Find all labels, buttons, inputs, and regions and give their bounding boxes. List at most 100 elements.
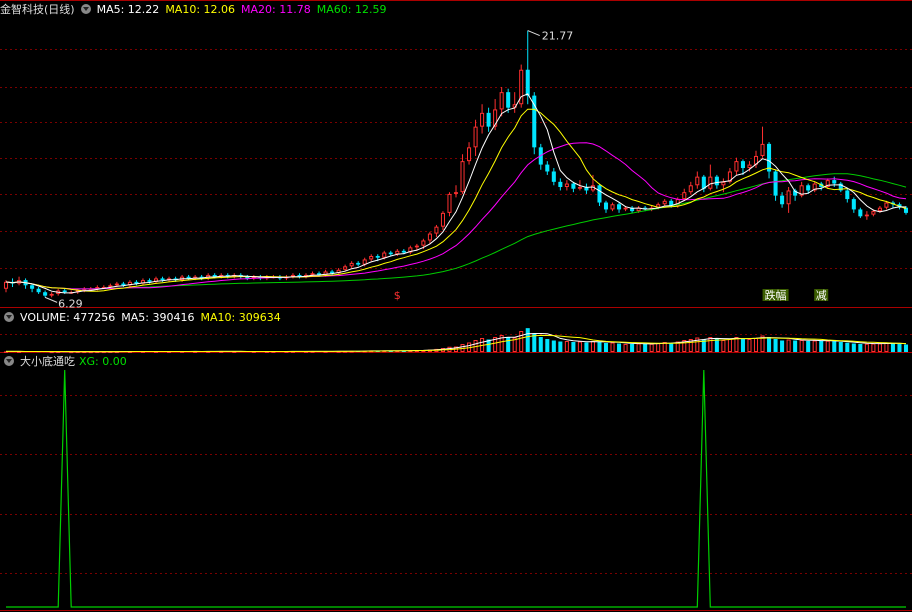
ma-labels: MA5: 12.22 MA10: 12.06 MA20: 11.78 MA60: 12… [97, 3, 393, 16]
candle-body [310, 273, 315, 275]
volume-bar [727, 338, 732, 352]
candle-body [290, 274, 295, 277]
ma-label-1: MA10: 12.06 [165, 3, 236, 16]
volume-bar [551, 340, 556, 352]
indicator-panel-menu-icon[interactable] [4, 356, 14, 366]
volume-bar [864, 343, 869, 352]
volume-bar [897, 344, 902, 352]
ma-label-3: MA60: 12.59 [316, 3, 387, 16]
candle-body [786, 190, 791, 205]
volume-bar [101, 351, 106, 354]
volume-bar [69, 351, 74, 354]
candle-body [871, 211, 876, 215]
volume-bar [271, 351, 276, 353]
volume-bar [721, 340, 726, 352]
candle-body [62, 290, 67, 293]
volume-bar [564, 341, 569, 352]
candle-body [382, 252, 387, 258]
candle-body [714, 176, 719, 186]
candle-body [375, 255, 380, 258]
volume-bar [610, 342, 615, 352]
volume-bar [153, 351, 159, 353]
candle-body [864, 214, 869, 217]
volume-bar [545, 339, 550, 352]
stock-title: 金智科技(日线) [0, 3, 75, 16]
volume-bar [251, 351, 256, 353]
volume-bar [88, 351, 93, 354]
volume-bar [773, 339, 778, 352]
volume-bar [858, 344, 863, 352]
volume-bar [825, 340, 830, 352]
candle-body [610, 204, 615, 210]
indicator-panel-header: 大小底通吃 XG: 0.00 [0, 354, 139, 370]
candle-body [877, 207, 882, 212]
candle-body [682, 192, 687, 200]
volume-bar [799, 340, 804, 352]
candle-body [688, 185, 693, 193]
volume-bar [577, 341, 582, 352]
candle-body [434, 226, 439, 234]
volume-bar [890, 343, 895, 352]
high-price-label: 21.77 [542, 30, 574, 43]
candle-body [414, 245, 419, 248]
candle-body [845, 190, 850, 200]
candle-body [695, 176, 700, 186]
volume-bar [780, 340, 785, 352]
volume-bar [871, 343, 876, 352]
volume-bar [49, 351, 54, 354]
candle-body [388, 252, 393, 255]
candle-body [760, 143, 765, 156]
volume-bar [714, 339, 719, 352]
volume-panel-header: VOLUME: 477256 MA5: 390416 MA10: 309634 [0, 310, 293, 326]
chart-canvas[interactable]: 21.77 6.29 $ 跌幅 减 [0, 0, 912, 612]
indicator-title: 大小底通吃 [20, 355, 75, 368]
candle-body [884, 202, 889, 208]
candle-body [767, 143, 772, 172]
volume-bar [82, 351, 87, 354]
candle-body [740, 161, 745, 169]
volume-bar [656, 343, 661, 352]
candle-body [114, 283, 119, 286]
volume-bar [649, 343, 654, 352]
volume-panel-menu-icon[interactable] [4, 312, 14, 322]
candle-body [486, 112, 491, 127]
volume-bar [519, 331, 524, 352]
candle-body [343, 266, 348, 270]
volume-label-0: VOLUME: 477256 [20, 311, 116, 324]
indicator-label-0: XG: 0.00 [79, 355, 127, 368]
price-panel-header: 金智科技(日线) MA5: 12.22 MA10: 12.06 MA20: 11.78… [0, 2, 398, 18]
volume-bar [819, 341, 824, 352]
volume-bar [3, 351, 9, 353]
candle-body [780, 195, 785, 205]
volume-bar [832, 341, 837, 352]
volume-bar [747, 339, 752, 352]
candle-body [558, 181, 563, 188]
signal-marker: 跌幅 [765, 288, 787, 302]
candle-body [480, 112, 485, 127]
volume-bar [193, 351, 198, 353]
volume-bar [219, 351, 224, 353]
signal-marker: 减 [816, 289, 827, 302]
candle-body [623, 207, 628, 210]
price-panel-menu-icon[interactable] [80, 4, 91, 14]
candle-body [545, 164, 550, 172]
volume-bar [877, 343, 882, 352]
candle-body [473, 126, 478, 148]
volume-bar [734, 337, 739, 352]
volume-bar [310, 351, 315, 353]
volume-bar [636, 343, 641, 352]
indicator-labels: XG: 0.00 [79, 355, 133, 368]
volume-bar [812, 340, 817, 352]
candle-body [30, 285, 35, 289]
volume-bar [884, 343, 889, 352]
volume-bar [617, 343, 622, 352]
volume-bar [708, 337, 713, 352]
volume-bar [753, 338, 759, 352]
volume-bar [740, 338, 745, 352]
volume-bar [17, 351, 22, 353]
volume-bar [630, 344, 635, 352]
volume-bar [532, 334, 537, 352]
candle-body [806, 185, 811, 191]
candle-body [721, 181, 726, 186]
volume-bar [806, 341, 811, 352]
